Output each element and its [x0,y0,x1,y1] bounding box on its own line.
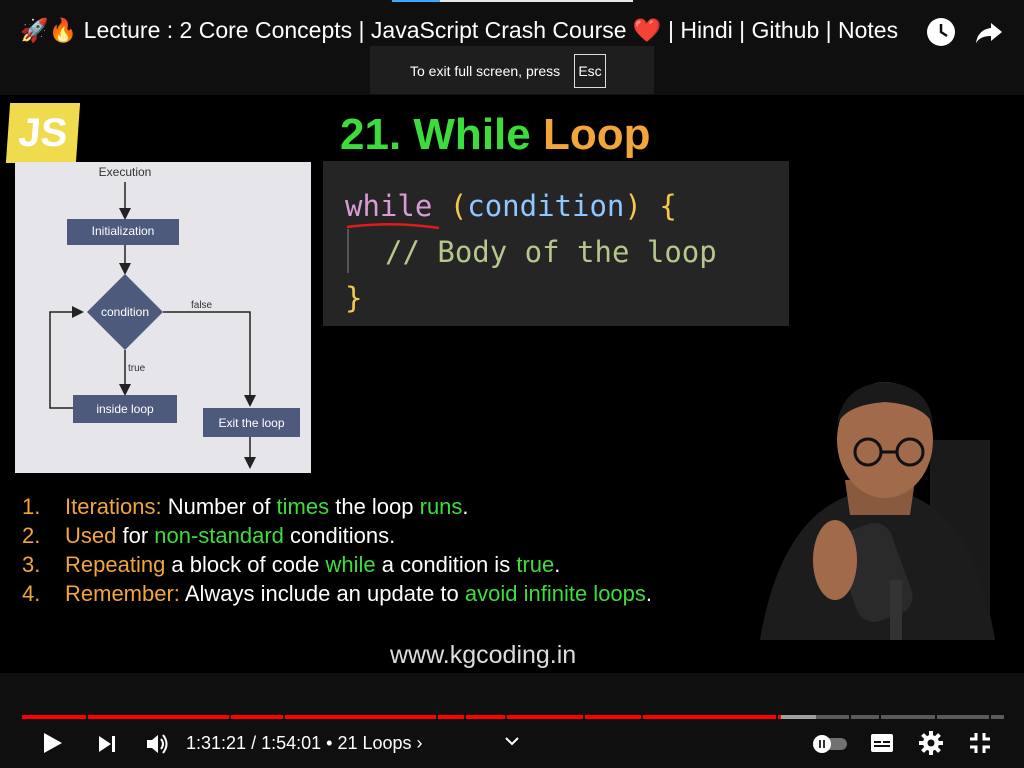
progress-bar[interactable] [0,710,1024,724]
subtitles-icon[interactable] [869,731,895,755]
point-text: the loop [329,494,420,519]
chapter-title[interactable]: 21 Loops [337,733,411,753]
flow-exit: Exit the loop [218,416,285,430]
js-logo: JS [5,103,81,163]
chapter-separator: • [321,733,338,753]
video-title[interactable]: 🚀🔥 Lecture : 2 Core Concepts | JavaScrip… [20,17,920,44]
presenter-video [740,380,1010,640]
code-brace-open: { [659,189,677,223]
settings-gear-icon[interactable] [918,730,944,756]
point-number: 4. [22,581,41,606]
code-comment: // Body of the loop [385,235,717,269]
title-main: While [413,110,531,159]
point-text: true [516,552,555,577]
top-progress-rest [440,0,633,2]
point-text: non-standard [154,523,284,548]
point-text: . [462,494,469,519]
title-accent: Loop [542,110,651,159]
autoplay-toggle-icon[interactable] [811,734,849,754]
point-text: avoid infinite loops [464,581,646,606]
code-brace-close: } [345,281,363,315]
time-separator: / [246,733,262,753]
point-text: Used [65,523,117,548]
points-list: 1. Iterations: Number of times the loop r… [22,492,712,608]
top-progress-accent [392,0,440,2]
point-item: 3. Repeating a block of code while a cond… [22,550,712,579]
point-number: 3. [22,552,41,577]
point-text: Number of [161,494,277,519]
slide-title: 21. While Loop [340,110,650,160]
play-icon[interactable] [38,729,66,757]
flowchart: Execution Initialization condition false… [15,162,311,473]
point-text: Always include an update to [179,581,465,606]
exit-fullscreen-icon[interactable] [967,730,993,756]
point-item: 2. Used for non-standard conditions. [22,521,712,550]
point-item: 4. Remember: Always include an update to … [22,579,712,608]
code-condition: condition [467,189,625,223]
share-icon[interactable] [973,16,1005,48]
point-number: 1. [22,494,41,519]
code-line-1: while (condition) { [345,189,677,223]
volume-icon[interactable] [143,730,171,758]
point-text: . [554,552,561,577]
point-text: times [276,494,330,519]
code-underline [346,223,440,230]
point-text: runs [419,494,463,519]
duration: 1:54:01 [261,733,322,753]
next-icon[interactable] [95,731,121,757]
watch-later-icon[interactable] [925,16,957,48]
chevron-down-icon[interactable] [503,733,521,749]
point-text: a condition is [375,552,517,577]
time-display: 1:31:21 / 1:54:01 • 21 Loops › [186,733,423,754]
title-number: 21. [340,110,402,159]
point-text: while [325,552,376,577]
chapter-arrow-icon[interactable]: › [417,733,423,753]
website-url: www.kgcoding.in [390,641,577,669]
current-time: 1:31:21 [186,733,247,753]
point-number: 2. [22,523,41,548]
flow-condition: condition [100,305,150,319]
flow-false: false [191,300,213,311]
code-block: while (condition) { // Body of the loop … [323,161,789,326]
point-text: Remember: [65,581,180,606]
code-paren-close: ) [624,189,642,223]
flow-init: Initialization [91,224,155,238]
point-text: a block of code [165,552,326,577]
point-text: Repeating [65,552,166,577]
point-text: conditions. [283,523,396,548]
fullscreen-toast: To exit full screen, press Esc [370,46,654,94]
fullscreen-toast-text: To exit full screen, press [410,63,561,79]
point-item: 1. Iterations: Number of times the loop r… [22,492,712,521]
flow-execution: Execution [98,165,152,179]
point-text: . [645,581,653,606]
esc-key: Esc [574,54,606,88]
point-text: for [116,523,155,548]
flow-inside: inside loop [96,402,154,416]
code-indent-guide [347,229,349,273]
point-text: Iterations: [65,494,162,519]
flow-true: true [128,363,146,374]
code-paren-open: ( [449,189,468,223]
code-keyword: while [345,189,433,223]
